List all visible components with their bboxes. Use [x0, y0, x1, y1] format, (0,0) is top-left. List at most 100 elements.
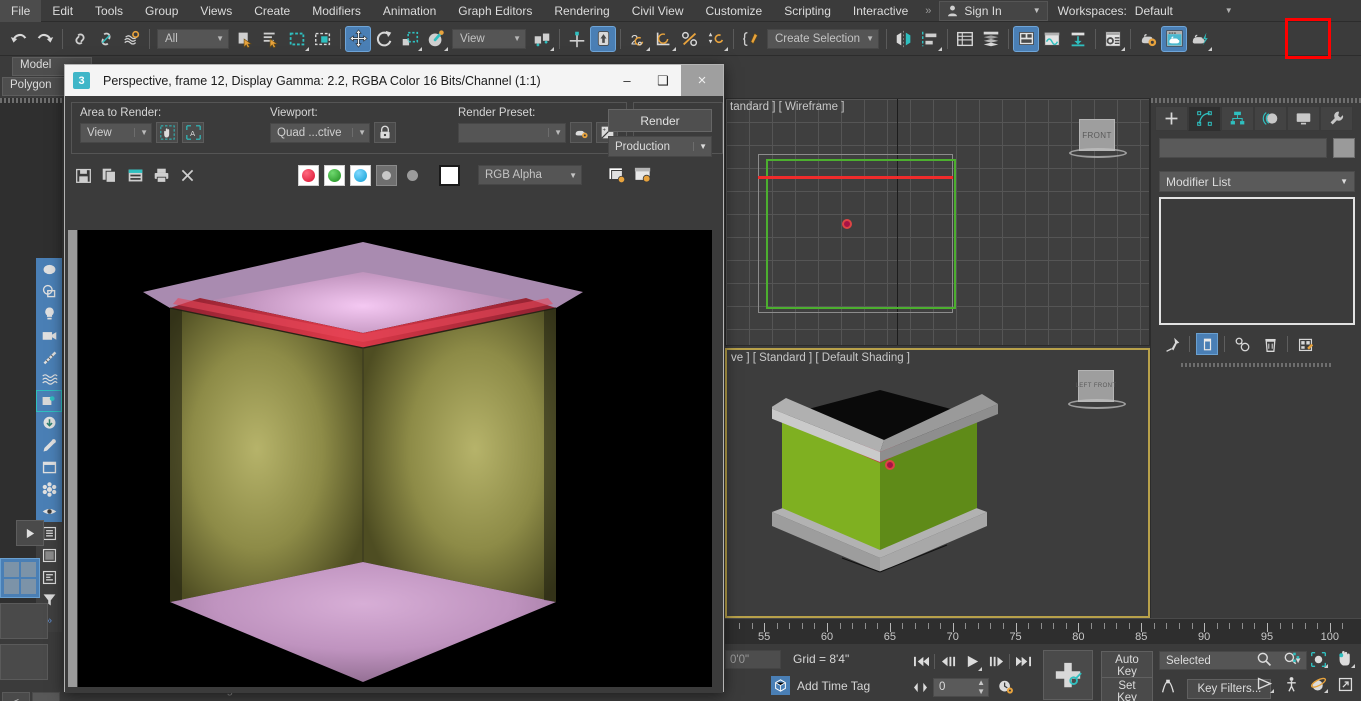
- display-tab[interactable]: [1287, 106, 1320, 131]
- view-cube-face-label[interactable]: LEFT FRONT: [1078, 370, 1114, 402]
- helpers-icon[interactable]: [36, 346, 62, 368]
- object-color-swatch[interactable]: [1333, 138, 1355, 158]
- modifier-stack-list[interactable]: [1159, 197, 1355, 325]
- view-cube-compass-ring[interactable]: [1069, 148, 1127, 158]
- menu-item-rendering[interactable]: Rendering: [543, 0, 620, 22]
- spinner-snap-button[interactable]: [703, 26, 729, 52]
- render-mode-combo[interactable]: Production ▼: [608, 136, 712, 157]
- save-image-button[interactable]: [73, 165, 94, 186]
- current-frame-input[interactable]: 0 ▲▼: [933, 678, 989, 697]
- menu-item-customize[interactable]: Customize: [695, 0, 774, 22]
- helper-gizmo-icon[interactable]: [842, 219, 852, 229]
- viewport-combo[interactable]: Quad ...ctive ▼: [270, 123, 370, 143]
- viewport-top[interactable]: tandard ] [ Wireframe ] FRONT: [725, 98, 1150, 346]
- motion-tab[interactable]: [1254, 106, 1287, 131]
- snaps-toggle-button[interactable]: [590, 26, 616, 52]
- percent-snap-button[interactable]: [677, 26, 703, 52]
- orbit-button[interactable]: [1307, 674, 1329, 694]
- menu-overflow-icon[interactable]: »: [919, 5, 937, 17]
- channel-display-combo[interactable]: RGB Alpha ▼: [478, 165, 582, 185]
- align-flyout-button[interactable]: [917, 26, 943, 52]
- select-and-move-button[interactable]: [345, 26, 371, 52]
- space-warps-icon[interactable]: [36, 368, 62, 390]
- view-cube-perspective[interactable]: LEFT FRONT: [1068, 370, 1126, 414]
- field-of-view-button[interactable]: [1253, 674, 1275, 694]
- schematic-view-button[interactable]: [1065, 26, 1091, 52]
- modifier-list-dropdown[interactable]: Modifier List ▼: [1159, 171, 1355, 192]
- go-to-start-button[interactable]: [910, 650, 932, 672]
- render-canvas-scrollbar[interactable]: [68, 230, 77, 687]
- key-tangent-icon[interactable]: [1159, 677, 1177, 700]
- render-setup-dialog-button[interactable]: [570, 122, 592, 143]
- eyedropper-icon[interactable]: [36, 434, 62, 456]
- redo-button[interactable]: [32, 26, 58, 52]
- named-selection-set-combo[interactable]: Create Selection Se ▼: [767, 29, 879, 49]
- zoom-button[interactable]: [1253, 649, 1275, 669]
- time-configuration-button[interactable]: [994, 676, 1016, 698]
- angle-snap-button[interactable]: 2: [625, 26, 651, 52]
- render-production-button[interactable]: [1187, 26, 1213, 52]
- edit-region-button[interactable]: [156, 122, 178, 143]
- enable-green-channel-button[interactable]: [324, 165, 345, 186]
- lights-icon[interactable]: [36, 302, 62, 324]
- angle-snap-toggle-button[interactable]: [651, 26, 677, 52]
- image-properties-button[interactable]: [632, 165, 653, 186]
- clone-rendered-frame-window-button[interactable]: [125, 165, 146, 186]
- enable-blue-channel-button[interactable]: [350, 165, 371, 186]
- bind-to-space-warp-button[interactable]: [119, 26, 145, 52]
- enable-red-channel-button[interactable]: [298, 165, 319, 186]
- select-and-manipulate-button[interactable]: [564, 26, 590, 52]
- view-cube-top[interactable]: FRONT: [1069, 119, 1127, 163]
- menu-item-modifiers[interactable]: Modifiers: [301, 0, 372, 22]
- unlink-selection-button[interactable]: [93, 26, 119, 52]
- window-crossing-button[interactable]: [310, 26, 336, 52]
- clear-button[interactable]: [177, 165, 198, 186]
- shapes-icon[interactable]: [36, 280, 62, 302]
- modify-tab[interactable]: [1188, 106, 1221, 131]
- particles-icon[interactable]: [36, 478, 62, 500]
- systems-icon[interactable]: [36, 390, 62, 412]
- menu-item-file[interactable]: File: [0, 0, 41, 22]
- menu-item-interactive[interactable]: Interactive: [842, 0, 919, 22]
- play-animation-button[interactable]: [961, 650, 983, 672]
- import-icon[interactable]: [36, 412, 62, 434]
- render-preset-combo[interactable]: ▼: [458, 123, 566, 143]
- eye-visibility-icon[interactable]: [36, 500, 62, 522]
- menu-item-graph-editors[interactable]: Graph Editors: [447, 0, 543, 22]
- select-and-place-button[interactable]: [423, 26, 449, 52]
- helper-gizmo-icon[interactable]: [885, 460, 895, 470]
- coordinate-display-field[interactable]: 0'0": [725, 650, 781, 669]
- next-frame-button[interactable]: [985, 650, 1007, 672]
- add-time-tag-control[interactable]: Add Time Tag: [771, 676, 870, 695]
- menu-item-civil-view[interactable]: Civil View: [621, 0, 695, 22]
- rectangular-selection-region-button[interactable]: [284, 26, 310, 52]
- area-to-render-combo[interactable]: View ▼: [80, 123, 152, 143]
- spinner-icon[interactable]: ▲▼: [977, 678, 985, 696]
- play-animation-button[interactable]: [16, 520, 44, 546]
- viewport-layout-selector[interactable]: [0, 558, 40, 598]
- view-cube-face-label[interactable]: FRONT: [1079, 119, 1115, 151]
- walk-through-button[interactable]: [1280, 674, 1302, 694]
- curve-editor-button[interactable]: [1039, 26, 1065, 52]
- command-panel-drag-handle[interactable]: [1151, 98, 1361, 103]
- utilities-tab[interactable]: [1320, 106, 1353, 131]
- hierarchy-tab[interactable]: [1221, 106, 1254, 131]
- selection-filter-combo[interactable]: All ▼: [157, 29, 229, 49]
- configure-modifier-sets-icon[interactable]: [1294, 333, 1316, 355]
- scene-explorer-button[interactable]: [978, 26, 1004, 52]
- monochrome-button[interactable]: [402, 165, 423, 186]
- geometry-sphere-icon[interactable]: [36, 258, 62, 280]
- edit-named-selection-sets-button[interactable]: [738, 26, 764, 52]
- select-and-scale-button[interactable]: [397, 26, 423, 52]
- select-object-button[interactable]: [232, 26, 258, 52]
- rendered-frame-window[interactable]: 3 Perspective, frame 12, Display Gamma: …: [64, 64, 724, 692]
- sign-in-caret-icon[interactable]: ▼: [1033, 6, 1041, 15]
- previous-frame-button[interactable]: [937, 650, 959, 672]
- copy-image-button[interactable]: [99, 165, 120, 186]
- panel-resize-handle[interactable]: [32, 692, 60, 701]
- menu-item-animation[interactable]: Animation: [372, 0, 447, 22]
- menu-item-group[interactable]: Group: [134, 0, 189, 22]
- rendered-frame-window-button[interactable]: [1161, 26, 1187, 52]
- selected-object-outline[interactable]: [766, 159, 956, 309]
- view-cube-compass-ring[interactable]: [1068, 399, 1126, 409]
